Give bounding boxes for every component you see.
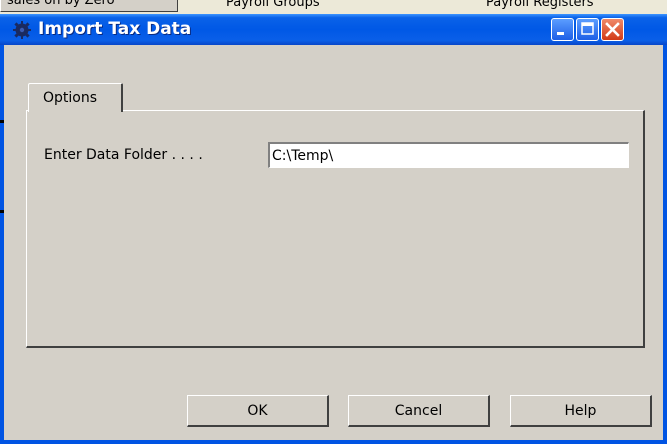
maximize-icon <box>581 22 594 35</box>
ok-button[interactable]: OK <box>187 395 329 427</box>
gear-icon <box>13 21 31 39</box>
background-app-strip: sales on by Zero Payroll Groups Payroll … <box>0 0 667 15</box>
data-folder-label: Enter Data Folder . . . . <box>44 147 203 163</box>
minimize-button[interactable] <box>551 18 574 41</box>
tab-options-label: Options <box>43 90 98 106</box>
background-edge-mark <box>0 210 4 213</box>
maximize-button[interactable] <box>576 18 599 41</box>
background-column-payroll-groups: Payroll Groups <box>226 0 320 10</box>
close-button[interactable] <box>601 18 624 41</box>
background-app-button[interactable]: sales on by Zero <box>0 0 178 12</box>
background-edge-mark <box>0 120 4 123</box>
close-icon <box>605 22 620 37</box>
data-folder-input[interactable] <box>268 142 629 168</box>
import-tax-data-dialog: Import Tax Data Options Enter Data Folde… <box>0 14 667 444</box>
window-title: Import Tax Data <box>38 19 192 39</box>
cancel-button[interactable]: Cancel <box>348 395 490 427</box>
background-column-payroll-registers: Payroll Registers <box>486 0 594 10</box>
title-bar[interactable]: Import Tax Data <box>0 14 667 45</box>
tab-options[interactable]: Options <box>28 83 123 112</box>
dialog-client-area: Options Enter Data Folder . . . . OK Can… <box>4 45 663 440</box>
minimize-icon <box>557 32 564 35</box>
help-button[interactable]: Help <box>510 395 652 427</box>
